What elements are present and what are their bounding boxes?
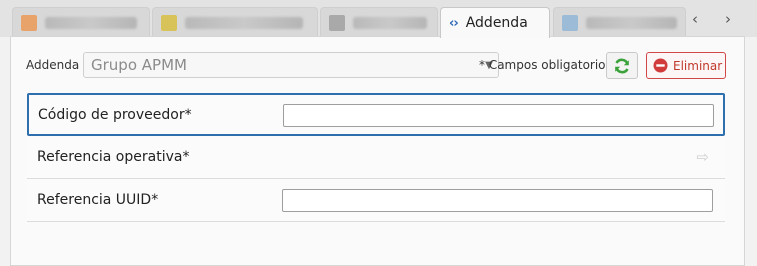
yellow-document-icon bbox=[161, 14, 177, 31]
tab-1[interactable] bbox=[12, 7, 150, 37]
field-label: Código de proveedor* bbox=[38, 107, 192, 123]
refresh-button[interactable] bbox=[606, 52, 638, 79]
field-label: Referencia UUID* bbox=[37, 192, 159, 208]
field-label: Referencia operativa* bbox=[37, 149, 190, 165]
tab-scroll-right-button[interactable]: › bbox=[719, 9, 737, 29]
chevron-right-icon: › bbox=[725, 10, 731, 28]
field-row-codigo-proveedor: Código de proveedor* bbox=[27, 93, 725, 136]
addenda-toolbar: Addenda Grupo APMM ▼ * Campos obligatori… bbox=[26, 52, 726, 80]
tab-label-blurred bbox=[586, 16, 677, 29]
tab-addenda[interactable]: ‹› Addenda bbox=[440, 7, 550, 38]
orange-document-icon bbox=[21, 14, 37, 31]
tab-2[interactable] bbox=[152, 7, 318, 37]
delete-button[interactable]: Eliminar bbox=[646, 52, 726, 79]
codigo-proveedor-input[interactable] bbox=[283, 104, 714, 127]
required-fields-note: * Campos obligatorios bbox=[479, 58, 612, 72]
panel-empty-area bbox=[27, 222, 725, 262]
tab-label: Addenda bbox=[465, 15, 528, 31]
tab-strip: ‹› Addenda ‹ › bbox=[0, 0, 757, 38]
chevron-left-icon: ‹ bbox=[692, 10, 698, 28]
addenda-select[interactable]: Grupo APMM ▼ bbox=[83, 52, 499, 78]
tab-label-blurred bbox=[353, 16, 427, 29]
blue-document-icon bbox=[562, 14, 578, 31]
tab-label-blurred bbox=[185, 16, 303, 29]
addenda-select-value: Grupo APMM bbox=[91, 56, 187, 74]
addenda-label: Addenda bbox=[26, 58, 80, 72]
arrow-right-icon[interactable]: ⇨ bbox=[696, 148, 709, 166]
delete-button-label: Eliminar bbox=[673, 58, 723, 73]
code-icon: ‹› bbox=[449, 15, 459, 31]
field-row-referencia-operativa: Referencia operativa* ⇨ bbox=[27, 136, 725, 179]
field-row-referencia-uuid: Referencia UUID* bbox=[27, 179, 725, 222]
referencia-uuid-input[interactable] bbox=[282, 189, 713, 212]
tab-5[interactable] bbox=[553, 7, 686, 37]
minus-circle-icon bbox=[653, 58, 668, 73]
addenda-fields: Código de proveedor* Referencia operativ… bbox=[27, 93, 725, 222]
tab-label-blurred bbox=[45, 16, 137, 29]
refresh-icon bbox=[615, 58, 629, 73]
tab-3[interactable] bbox=[320, 7, 438, 37]
gray-document-icon bbox=[329, 14, 345, 31]
tab-scroll-left-button[interactable]: ‹ bbox=[686, 9, 704, 29]
